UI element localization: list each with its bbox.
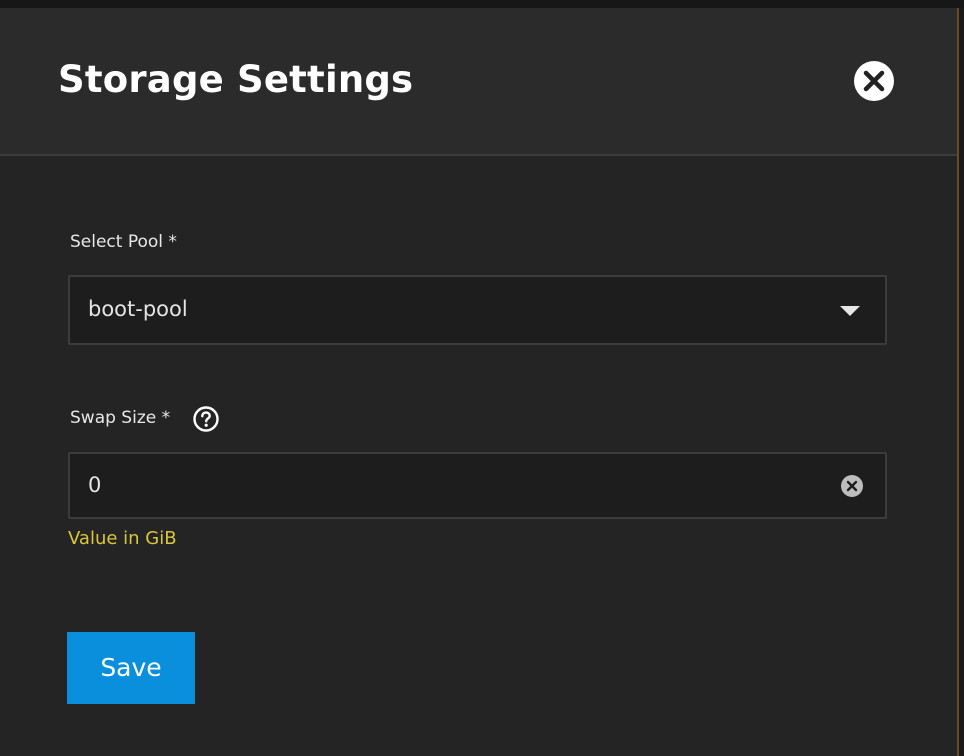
pool-select[interactable]: boot-pool bbox=[68, 275, 887, 345]
background-edge bbox=[957, 8, 964, 756]
clear-icon[interactable] bbox=[840, 474, 864, 498]
swap-size-label: Swap Size * bbox=[70, 408, 171, 428]
swap-size-input[interactable]: 0 bbox=[68, 452, 887, 519]
swap-size-hint: Value in GiB bbox=[68, 528, 177, 549]
page-title: Storage Settings bbox=[58, 58, 414, 101]
close-icon bbox=[863, 70, 885, 92]
help-circle-icon[interactable] bbox=[192, 405, 220, 433]
top-bar bbox=[0, 0, 964, 8]
close-button[interactable] bbox=[854, 61, 894, 101]
select-pool-label: Select Pool * bbox=[70, 232, 177, 252]
storage-settings-panel: Storage Settings Select Pool * boot-pool… bbox=[0, 8, 957, 756]
pool-select-value: boot-pool bbox=[88, 297, 188, 321]
save-button[interactable]: Save bbox=[67, 632, 195, 704]
panel-header: Storage Settings bbox=[0, 8, 957, 156]
chevron-down-icon bbox=[840, 306, 860, 316]
swap-size-value: 0 bbox=[88, 473, 102, 497]
